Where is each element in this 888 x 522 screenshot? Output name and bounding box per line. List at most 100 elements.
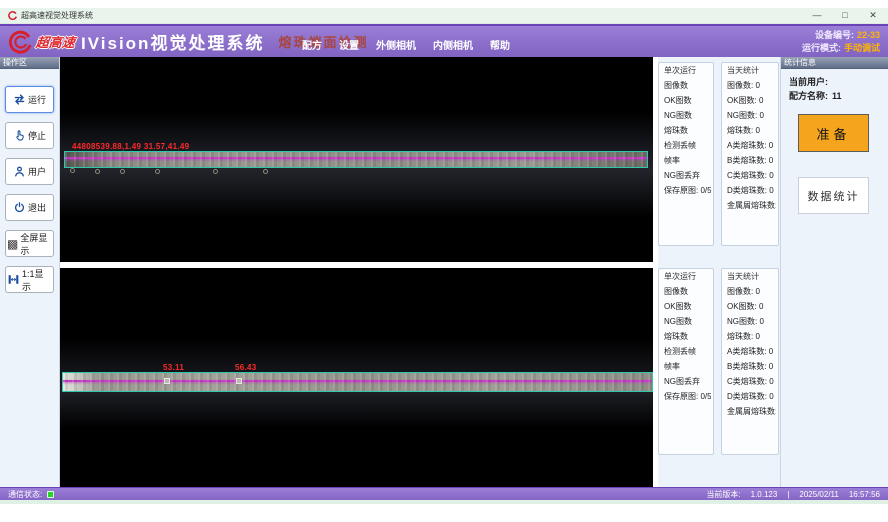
stat-label: 熔珠数: xyxy=(727,332,753,341)
stat-row: NG图数 xyxy=(664,108,711,123)
comm-status-label: 通信状态: xyxy=(8,489,42,500)
stat-label: OK图数 xyxy=(664,302,692,311)
stat-row: A类熔珠数: 0 xyxy=(727,138,776,153)
stat-value: 0/500 xyxy=(698,186,711,195)
checkerboard-icon: ▩ xyxy=(7,238,18,250)
stat-row: 帧率 xyxy=(664,153,711,168)
version-label: 当前版本: xyxy=(706,489,740,500)
stat-row: 保存原图: 0/500 xyxy=(664,389,711,404)
stat-row: 检测丢帧 xyxy=(664,138,711,153)
stat-row: 金属屑熔珠数: 0 xyxy=(727,198,776,213)
one-to-one-button[interactable]: 1:1显示 xyxy=(5,266,54,293)
today-stats-groupbox: 当天统计 图像数: 0OK图数: 0NG图数: 0熔珠数: 0A类熔珠数: 0B… xyxy=(721,268,779,455)
stat-label: NG图数: xyxy=(727,317,757,326)
stat-label: NG图数 xyxy=(664,317,692,326)
status-bar: 通信状态: 当前版本: 1.0.123 | 2025/02/11 16:57:5… xyxy=(0,487,888,500)
stat-label: 帧率 xyxy=(664,362,680,371)
stop-button[interactable]: 停止 xyxy=(5,122,54,149)
defect-marker xyxy=(213,169,218,174)
measurement-annotation: 44808539.88,1.49 31.57,41.49 xyxy=(72,142,189,151)
info-panel-header: 统计信息 xyxy=(781,57,888,69)
stat-row: 熔珠数 xyxy=(664,123,711,138)
defect-marker xyxy=(120,169,125,174)
version-value: 1.0.123 xyxy=(751,490,778,499)
camera-viewport-outer[interactable]: 44808539.88,1.49 31.57,41.49 xyxy=(60,57,653,262)
user-icon xyxy=(13,165,26,178)
brand-logo-text: 超高速 xyxy=(35,32,76,51)
camera-viewport-inner[interactable]: 53.11 56.43 xyxy=(60,268,653,487)
prepare-button[interactable]: 准备 xyxy=(798,114,869,152)
minimize-button[interactable]: — xyxy=(810,10,824,21)
status-date: 2025/02/11 xyxy=(799,490,838,499)
device-id-value: 22-33 xyxy=(857,30,880,40)
stat-label: 图像数 xyxy=(664,287,688,296)
window-titlebar: 超高速视觉处理系统 — □ ✕ xyxy=(0,8,888,24)
menu-recipe[interactable]: 配方 xyxy=(302,37,322,52)
stat-value: 0 xyxy=(767,156,774,165)
sidebar-header: 操作区 xyxy=(0,57,59,69)
stat-row: OK图数: 0 xyxy=(727,93,776,108)
stat-row: C类熔珠数: 0 xyxy=(727,168,776,183)
menu-help[interactable]: 帮助 xyxy=(490,37,510,52)
stat-value: 0 xyxy=(767,347,774,356)
app-title: IVision视觉处理系统 xyxy=(81,29,264,54)
hand-stop-icon xyxy=(13,129,26,142)
stat-value: 0 xyxy=(767,171,774,180)
stat-label: A类熔珠数: xyxy=(727,347,767,356)
stat-row: 图像数: 0 xyxy=(727,284,776,299)
run-button[interactable]: 运行 xyxy=(5,86,54,113)
stat-value: 0 xyxy=(767,362,774,371)
comm-status-indicator xyxy=(47,491,54,498)
stat-label: C类熔珠数: xyxy=(727,171,767,180)
user-button[interactable]: 用户 xyxy=(5,158,54,185)
data-statistics-button[interactable]: 数据统计 xyxy=(798,177,869,214)
stat-row: C类熔珠数: 0 xyxy=(727,374,776,389)
exit-button[interactable]: 退出 xyxy=(5,194,54,221)
stat-label: C类熔珠数: xyxy=(727,377,767,386)
stat-value: 0 xyxy=(767,186,774,195)
stat-label: 图像数: xyxy=(727,287,753,296)
stat-value: 0 xyxy=(767,392,774,401)
window-bottom-edge xyxy=(0,500,888,504)
stat-row: NG图数: 0 xyxy=(727,314,776,329)
stat-label: B类熔珠数: xyxy=(727,362,767,371)
defect-marker xyxy=(70,168,75,173)
measure-marker xyxy=(164,378,170,384)
stat-row: A类熔珠数: 0 xyxy=(727,344,776,359)
app-header: 超高速 IVision视觉处理系统 熔珠端面检测 配方 设置 外侧相机 内侧相机… xyxy=(0,24,888,57)
stat-label: 图像数 xyxy=(664,81,688,90)
recipe-name-value: 11 xyxy=(832,91,842,101)
exit-button-label: 退出 xyxy=(28,201,46,214)
run-mode-value: 手动调试 xyxy=(844,43,880,53)
stat-row: 图像数 xyxy=(664,284,711,299)
stat-value: 0 xyxy=(757,317,764,326)
fullscreen-button[interactable]: ▩ 全屏显示 xyxy=(5,230,54,257)
stat-label: NG图数: xyxy=(727,111,757,120)
stat-label: 检测丢帧 xyxy=(664,347,696,356)
stat-value: 0 xyxy=(753,126,760,135)
separator: | xyxy=(787,490,789,499)
stat-row: 图像数: 0 xyxy=(727,78,776,93)
stat-value: 0 xyxy=(757,302,764,311)
info-panel: 统计信息 当前用户: 配方名称:11 准备 数据统计 xyxy=(780,57,888,487)
groupbox-title: 当天统计 xyxy=(727,65,759,76)
stat-row: 熔珠数 xyxy=(664,329,711,344)
weld-bead-strip xyxy=(62,372,653,392)
stat-value: 0 xyxy=(757,96,764,105)
menu-outer-camera[interactable]: 外侧相机 xyxy=(376,37,416,52)
stat-label: 金属屑熔珠数: xyxy=(727,201,776,210)
stat-label: A类熔珠数: xyxy=(727,141,767,150)
stat-label: 熔珠数 xyxy=(664,126,688,135)
close-button[interactable]: ✕ xyxy=(866,10,880,21)
maximize-button[interactable]: □ xyxy=(838,10,852,21)
stat-row: 帧率 xyxy=(664,359,711,374)
measurement-annotation: 53.11 xyxy=(163,363,184,372)
menu-inner-camera[interactable]: 内侧相机 xyxy=(433,37,473,52)
window-title: 超高速视觉处理系统 xyxy=(21,10,93,21)
menu-settings[interactable]: 设置 xyxy=(339,37,359,52)
measure-marker xyxy=(236,378,242,384)
run-cycle-icon xyxy=(13,93,26,106)
stat-label: 金属屑熔珠数: xyxy=(727,407,776,416)
stat-label: 检测丢帧 xyxy=(664,141,696,150)
stat-label: 保存原图: xyxy=(664,186,698,195)
